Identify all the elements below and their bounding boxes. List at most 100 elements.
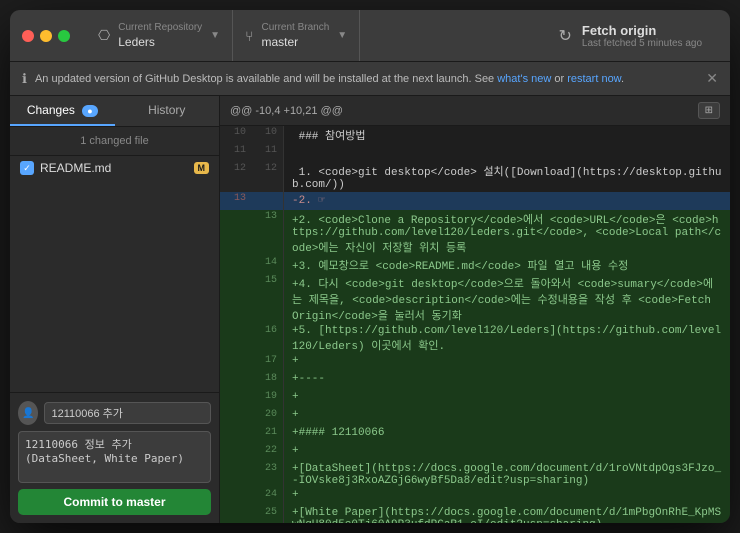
file-checkbox[interactable]: ✓	[20, 161, 34, 175]
fetch-text: Fetch origin Last fetched 5 minutes ago	[582, 23, 702, 49]
whats-new-link[interactable]: what's new	[497, 73, 551, 85]
diff-content: 10 10 ### 참여방법 11 11 12	[220, 126, 730, 523]
window-controls	[22, 30, 70, 42]
line-num-old	[220, 506, 252, 523]
diff-panel: @@ -10,4 +10,21 @@ ⊞ 10 10 ### 참여방법	[220, 96, 730, 523]
diff-hunk-header: @@ -10,4 +10,21 @@	[230, 105, 343, 117]
repo-arrow-icon: ▼	[210, 30, 220, 41]
line-num-old	[220, 488, 252, 506]
line-num-new: 20	[252, 408, 284, 426]
tab-bar: Changes ● History	[10, 96, 219, 127]
diff-view-btn[interactable]: ⊞	[698, 102, 720, 119]
minimize-button[interactable]	[40, 30, 52, 42]
line-num-new: 25	[252, 506, 284, 523]
commit-button[interactable]: Commit to master	[18, 489, 211, 515]
file-modified-badge: M	[194, 162, 210, 174]
restart-link[interactable]: restart now	[567, 73, 621, 85]
line-num-old	[220, 324, 252, 354]
banner-text: An updated version of GitHub Desktop is …	[35, 73, 624, 85]
repo-info: Current Repository Leders	[118, 22, 202, 49]
line-content: +5. [https://github.com/level120/Leders]…	[284, 324, 730, 354]
line-num-new: 22	[252, 444, 284, 462]
commit-header: 👤	[18, 401, 211, 425]
diff-line-added: 22 +	[220, 444, 730, 462]
main-area: Changes ● History 1 changed file ✓ READM…	[10, 96, 730, 523]
diff-line-added: 23 +[DataSheet](https://docs.google.com/…	[220, 462, 730, 488]
branch-info: Current Branch master	[261, 22, 329, 49]
line-num-old	[220, 444, 252, 462]
fetch-subtitle: Last fetched 5 minutes ago	[582, 38, 702, 49]
fetch-origin-button[interactable]: ↻ Fetch origin Last fetched 5 minutes ag…	[543, 23, 718, 49]
titlebar: ⎔ Current Repository Leders ▼ ⑂ Current …	[10, 10, 730, 62]
line-num-old	[220, 408, 252, 426]
update-banner: ℹ An updated version of GitHub Desktop i…	[10, 62, 730, 96]
line-content: +4. 다시 <code>git desktop</code>으로 돌아와서 <…	[284, 274, 730, 324]
line-content: +2. <code>Clone a Repository</code>에서 <c…	[284, 210, 730, 256]
diff-line-added: 25 +[White Paper](https://docs.google.co…	[220, 506, 730, 523]
diff-line-added: 20 +	[220, 408, 730, 426]
maximize-button[interactable]	[58, 30, 70, 42]
line-content: +----	[284, 372, 730, 390]
line-num-new: 21	[252, 426, 284, 444]
list-item[interactable]: ✓ README.md M	[10, 156, 219, 180]
sidebar: Changes ● History 1 changed file ✓ READM…	[10, 96, 220, 523]
line-num-old	[220, 256, 252, 274]
line-content	[284, 144, 730, 162]
banner-content: ℹ An updated version of GitHub Desktop i…	[22, 71, 624, 87]
tab-history[interactable]: History	[115, 96, 220, 126]
info-icon: ℹ	[22, 71, 27, 87]
line-num-new: 13	[252, 210, 284, 256]
fetch-icon: ↻	[559, 26, 572, 46]
branch-label: Current Branch	[261, 22, 329, 33]
line-content: +	[284, 408, 730, 426]
app-window: ⎔ Current Repository Leders ▼ ⑂ Current …	[10, 10, 730, 523]
file-list: ✓ README.md M	[10, 156, 219, 392]
line-num-old: 10	[220, 126, 252, 144]
diff-line-added: 24 +	[220, 488, 730, 506]
line-num-new: 10	[252, 126, 284, 144]
commit-area: 👤 12110066 정보 추가(DataSheet, White Paper)…	[10, 392, 219, 523]
line-content: +[DataSheet](https://docs.google.com/doc…	[284, 462, 730, 488]
branch-selector[interactable]: ⑂ Current Branch master ▼	[233, 10, 360, 61]
diff-header: @@ -10,4 +10,21 @@ ⊞	[220, 96, 730, 126]
repo-selector[interactable]: ⎔ Current Repository Leders ▼	[86, 10, 233, 61]
line-content: +3. 예모창으로 <code>README.md</code> 파일 열고 내…	[284, 256, 730, 274]
changed-files-header: 1 changed file	[10, 127, 219, 156]
line-num-new: 11	[252, 144, 284, 162]
line-content: +	[284, 488, 730, 506]
line-content: +[White Paper](https://docs.google.com/d…	[284, 506, 730, 523]
line-num-new: 17	[252, 354, 284, 372]
line-num-old	[220, 462, 252, 488]
diff-line-added: 14 +3. 예모창으로 <code>README.md</code> 파일 열…	[220, 256, 730, 274]
line-content: +	[284, 390, 730, 408]
line-content: +	[284, 444, 730, 462]
diff-line: 11 11	[220, 144, 730, 162]
line-num-new: 18	[252, 372, 284, 390]
close-button[interactable]	[22, 30, 34, 42]
commit-description-input[interactable]: 12110066 정보 추가(DataSheet, White Paper)	[18, 431, 211, 483]
line-content: -2. ☞	[284, 192, 730, 210]
diff-line: 12 12 1. <code>git desktop</code> 설치([Do…	[220, 162, 730, 192]
branch-name: master	[261, 35, 329, 49]
file-name: README.md	[40, 161, 188, 175]
diff-line-added: 16 +5. [https://github.com/level120/Lede…	[220, 324, 730, 354]
commit-title-input[interactable]	[44, 402, 211, 424]
diff-toolbar: ⊞	[698, 102, 720, 119]
line-num-old	[220, 390, 252, 408]
banner-close-button[interactable]: ✕	[706, 70, 718, 87]
repo-label: Current Repository	[118, 22, 202, 33]
line-num-new: 19	[252, 390, 284, 408]
line-num-old	[220, 426, 252, 444]
tab-changes[interactable]: Changes ●	[10, 96, 115, 126]
fetch-title: Fetch origin	[582, 23, 702, 38]
repo-name: Leders	[118, 35, 202, 49]
line-content: +#### 12110066	[284, 426, 730, 444]
line-content: +	[284, 354, 730, 372]
line-num-new: 14	[252, 256, 284, 274]
line-num-new: 24	[252, 488, 284, 506]
diff-line-added: 21 +#### 12110066	[220, 426, 730, 444]
line-num-old	[220, 210, 252, 256]
diff-line-removed: 13 -2. ☞	[220, 192, 730, 210]
line-content: 1. <code>git desktop</code> 설치([Download…	[284, 162, 730, 192]
diff-line-added: 13 +2. <code>Clone a Repository</code>에서…	[220, 210, 730, 256]
